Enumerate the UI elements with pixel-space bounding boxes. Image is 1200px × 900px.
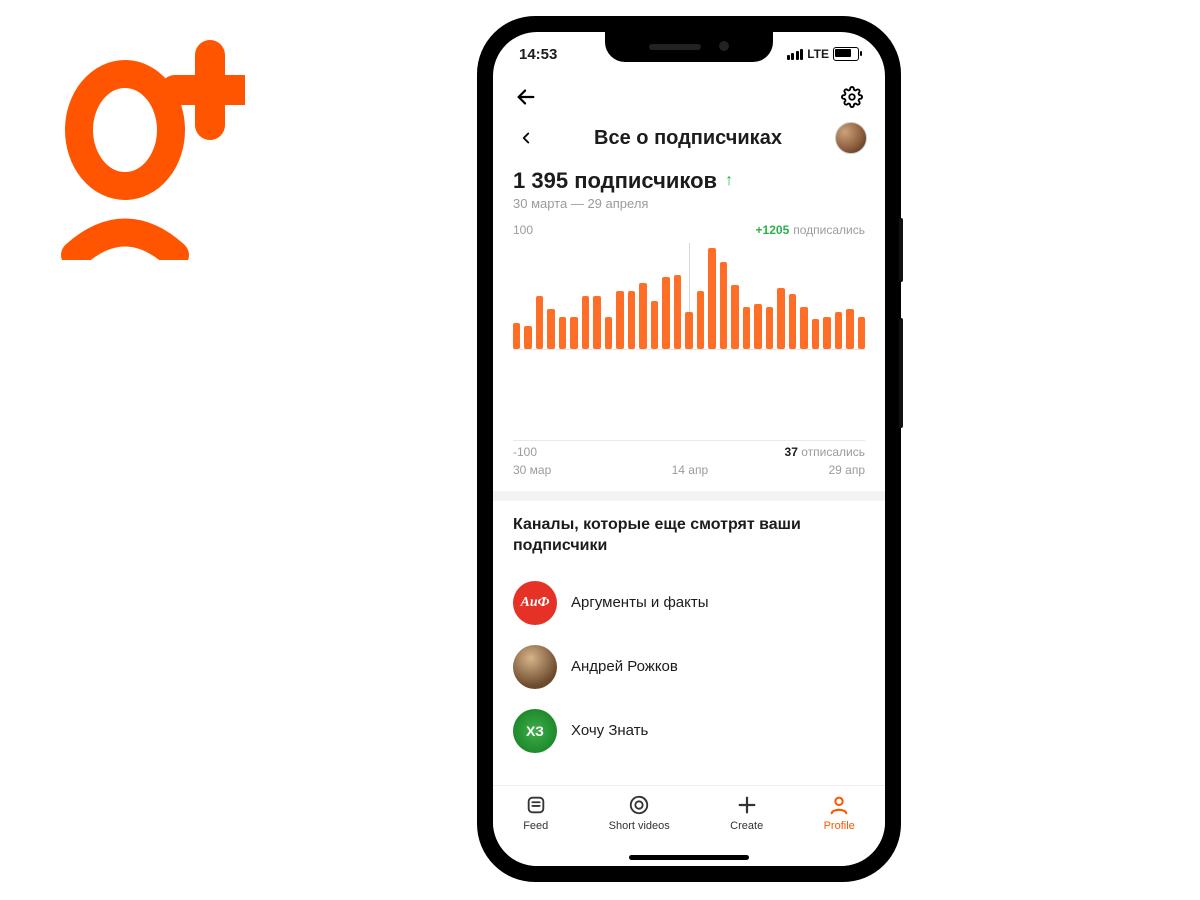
- chart-bar: [662, 277, 669, 349]
- chart-bar: [731, 285, 738, 349]
- channel-name: Андрей Рожков: [571, 658, 678, 675]
- profile-icon: [828, 794, 850, 816]
- chart-bar: [858, 317, 865, 349]
- battery-icon: [833, 47, 859, 61]
- chart-bar: [674, 275, 681, 349]
- tab-feed[interactable]: Feed: [523, 794, 548, 832]
- channel-avatar: [513, 645, 557, 689]
- chart-bar: [766, 307, 773, 349]
- channel-item[interactable]: АиФ Аргументы и факты: [513, 571, 865, 635]
- chart-bar: [743, 307, 750, 349]
- subscriber-summary: 1 395 подписчиков ↑ 30 марта — 29 апреля: [493, 160, 885, 215]
- chart-bar: [570, 317, 577, 349]
- chart-bar: [789, 294, 796, 349]
- chart-bar: [605, 317, 612, 349]
- chart-bar: [812, 319, 819, 349]
- channel-avatar: АиФ: [513, 581, 557, 625]
- chart-bar: [547, 309, 554, 349]
- phone-frame: 14:53 LTE: [479, 18, 899, 880]
- settings-gear-button[interactable]: [837, 82, 867, 112]
- tab-profile[interactable]: Profile: [824, 794, 855, 832]
- phone-notch: [605, 32, 773, 62]
- y-axis-top: 100: [513, 223, 533, 237]
- subscriber-count-label: подписчиков: [574, 168, 717, 193]
- chart-bars[interactable]: [513, 243, 865, 350]
- channel-name: Аргументы и факты: [571, 594, 709, 611]
- chart-bar: [536, 296, 543, 349]
- channel-name: Хочу Знать: [571, 722, 648, 739]
- status-time: 14:53: [519, 46, 557, 63]
- chart-bar: [685, 312, 692, 349]
- chart-bar: [651, 301, 658, 349]
- chart-bar: [616, 291, 623, 349]
- channel-item[interactable]: Андрей Рожков: [513, 635, 865, 699]
- subscriber-chart: 100 +1205подписались -100 37 отписались …: [493, 215, 885, 491]
- profile-avatar[interactable]: [835, 122, 867, 154]
- chart-bar: [823, 317, 830, 349]
- chart-bar: [777, 288, 784, 349]
- gain-summary: +1205подписались: [756, 223, 865, 237]
- tab-create[interactable]: Create: [730, 794, 763, 832]
- chart-bar: [582, 296, 589, 349]
- tab-label: Profile: [824, 820, 855, 832]
- channels-heading: Каналы, которые еще смотрят ваши подписч…: [513, 515, 865, 557]
- chart-bar: [697, 291, 704, 349]
- chart-bar: [524, 326, 531, 349]
- chart-bar: [639, 283, 646, 349]
- chart-bar: [800, 307, 807, 349]
- channel-item[interactable]: ХЗ Хочу Знать: [513, 699, 865, 763]
- tab-label: Feed: [523, 820, 548, 832]
- chart-bar: [754, 304, 761, 349]
- signal-icon: [787, 49, 804, 60]
- chart-bar: [628, 291, 635, 349]
- x-tick-mid: 14 апр: [672, 463, 709, 477]
- chart-bar: [708, 248, 715, 349]
- section-divider: [493, 491, 885, 501]
- chart-bar: [559, 317, 566, 349]
- short-videos-icon: [628, 794, 650, 816]
- x-tick-start: 30 мар: [513, 463, 551, 477]
- page-title: Все о подписчиках: [553, 127, 823, 150]
- home-indicator[interactable]: [629, 855, 749, 860]
- chart-bar: [846, 309, 853, 349]
- tab-label: Create: [730, 820, 763, 832]
- back-arrow-button[interactable]: [511, 82, 541, 112]
- back-chevron-button[interactable]: [511, 123, 541, 153]
- feed-icon: [525, 794, 547, 816]
- y-axis-bottom: -100: [513, 445, 537, 459]
- chart-bar: [720, 262, 727, 349]
- tab-short-videos[interactable]: Short videos: [609, 794, 670, 832]
- channel-avatar: ХЗ: [513, 709, 557, 753]
- trend-up-icon: ↑: [725, 172, 733, 190]
- chart-bar: [835, 312, 842, 349]
- status-network: LTE: [807, 47, 829, 61]
- chart-bar: [513, 323, 520, 350]
- tab-label: Short videos: [609, 820, 670, 832]
- chart-bar: [593, 296, 600, 349]
- add-user-icon: [45, 30, 245, 260]
- date-range: 30 марта — 29 апреля: [513, 196, 865, 211]
- tab-bar: Feed Short videos Create Profile: [493, 785, 885, 866]
- loss-summary: 37 отписались: [785, 445, 865, 459]
- x-tick-end: 29 апр: [828, 463, 865, 477]
- subscriber-count: 1 395: [513, 168, 568, 193]
- plus-icon: [736, 794, 758, 816]
